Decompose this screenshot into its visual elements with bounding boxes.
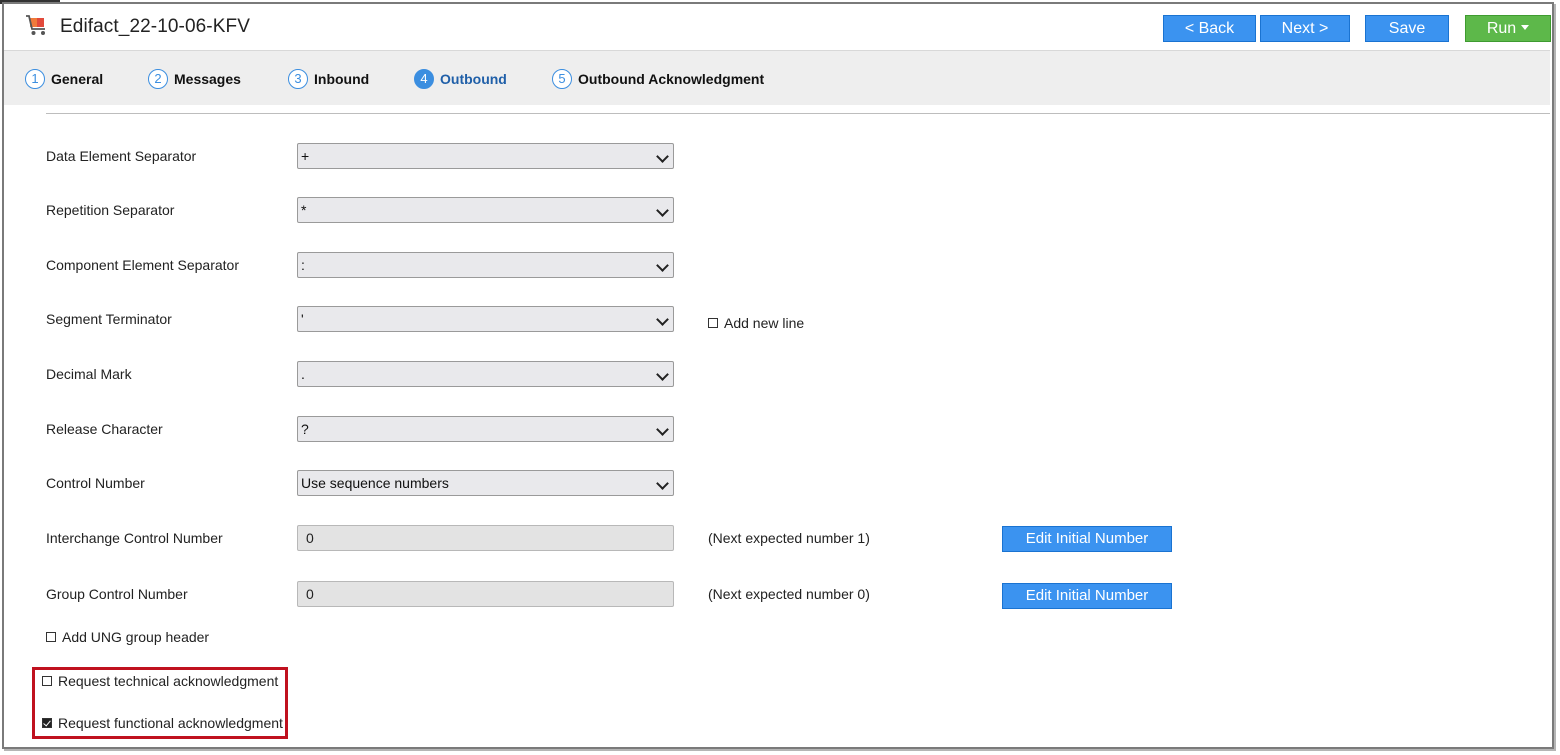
step-number: 3 bbox=[288, 69, 308, 89]
chevron-down-icon bbox=[656, 423, 669, 436]
request-functional-acknowledgment-checkbox[interactable]: Request functional acknowledgment bbox=[42, 715, 283, 731]
step-number: 2 bbox=[148, 69, 168, 89]
checkbox-label: Request functional acknowledgment bbox=[58, 715, 283, 731]
select-value: * bbox=[301, 202, 307, 218]
step-label: Inbound bbox=[314, 71, 370, 87]
step-number: 1 bbox=[25, 69, 45, 89]
chevron-down-icon bbox=[656, 150, 669, 163]
chevron-down-icon bbox=[656, 313, 669, 326]
control-number-label: Control Number bbox=[46, 475, 145, 491]
repetition-separator-select[interactable]: * bbox=[297, 197, 674, 223]
save-button[interactable]: Save bbox=[1365, 15, 1449, 42]
tab-outbound-acknowledgment[interactable]: 5 Outbound Acknowledgment bbox=[552, 67, 764, 91]
select-value: ' bbox=[301, 311, 304, 327]
step-number: 5 bbox=[552, 69, 572, 89]
group-control-number-label: Group Control Number bbox=[46, 586, 188, 602]
segment-terminator-label: Segment Terminator bbox=[46, 311, 172, 327]
step-label: Outbound Acknowledgment bbox=[578, 71, 765, 87]
step-number: 4 bbox=[414, 69, 434, 89]
checkbox-checked-icon bbox=[42, 718, 52, 728]
release-character-select[interactable]: ? bbox=[297, 416, 674, 442]
select-value: . bbox=[301, 366, 305, 382]
select-value: : bbox=[301, 257, 305, 273]
checkbox-label: Add UNG group header bbox=[62, 629, 210, 645]
control-number-select[interactable]: Use sequence numbers bbox=[297, 470, 674, 496]
release-character-label: Release Character bbox=[46, 421, 163, 437]
select-value: Use sequence numbers bbox=[301, 475, 449, 491]
wizard-steps: 1 General 2 Messages 3 Inbound 4 Outboun… bbox=[4, 51, 1550, 105]
step-label: General bbox=[51, 71, 104, 87]
component-element-separator-select[interactable]: : bbox=[297, 252, 674, 278]
component-element-separator-label: Component Element Separator bbox=[46, 257, 239, 273]
next-button[interactable]: Next > bbox=[1260, 15, 1350, 42]
decimal-mark-label: Decimal Mark bbox=[46, 366, 132, 382]
run-button-label: Run bbox=[1486, 20, 1517, 37]
page-header: Edifact_22-10-06-KFV < Back Next > Save … bbox=[4, 6, 1551, 51]
checkbox-label: Add new line bbox=[724, 315, 805, 331]
chevron-down-icon bbox=[656, 477, 669, 490]
step-label: Outbound bbox=[440, 71, 507, 87]
chevron-down-icon bbox=[656, 204, 669, 217]
data-element-separator-label: Data Element Separator bbox=[46, 148, 197, 164]
chevron-down-icon bbox=[656, 259, 669, 272]
request-technical-acknowledgment-checkbox[interactable]: Request technical acknowledgment bbox=[42, 673, 278, 689]
decimal-mark-select[interactable]: . bbox=[297, 361, 674, 387]
checkbox-label: Request technical acknowledgment bbox=[58, 673, 279, 689]
group-control-number-field: 0 bbox=[297, 581, 674, 607]
divider bbox=[46, 113, 1550, 114]
segment-terminator-select[interactable]: ' bbox=[297, 306, 674, 332]
page-title: Edifact_22-10-06-KFV bbox=[60, 16, 250, 37]
tab-messages[interactable]: 2 Messages bbox=[148, 67, 241, 91]
caret-down-icon bbox=[1521, 25, 1530, 31]
interchange-control-number-field: 0 bbox=[297, 525, 674, 551]
repetition-separator-label: Repetition Separator bbox=[46, 202, 175, 218]
chevron-down-icon bbox=[656, 368, 669, 381]
checkbox-unchecked-icon bbox=[42, 676, 52, 686]
tab-outbound[interactable]: 4 Outbound bbox=[414, 67, 507, 91]
select-value: ? bbox=[301, 421, 309, 437]
checkbox-unchecked-icon bbox=[46, 632, 56, 642]
select-value: + bbox=[301, 148, 310, 164]
edit-interchange-initial-number-button[interactable]: Edit Initial Number bbox=[1002, 526, 1172, 552]
run-button[interactable]: Run bbox=[1465, 15, 1551, 42]
add-new-line-checkbox[interactable]: Add new line bbox=[708, 315, 804, 331]
data-element-separator-select[interactable]: + bbox=[297, 143, 674, 169]
add-ung-group-header-checkbox[interactable]: Add UNG group header bbox=[46, 629, 209, 645]
shopping-cart-icon bbox=[24, 14, 50, 38]
tab-general[interactable]: 1 General bbox=[25, 67, 103, 91]
outbound-form: Data Element Separator + Repetition Sepa… bbox=[24, 105, 1550, 745]
interchange-control-number-label: Interchange Control Number bbox=[46, 530, 223, 546]
step-label: Messages bbox=[174, 71, 241, 87]
edit-group-initial-number-button[interactable]: Edit Initial Number bbox=[1002, 583, 1172, 609]
interchange-next-expected-note: (Next expected number 1) bbox=[708, 530, 870, 546]
group-next-expected-note: (Next expected number 0) bbox=[708, 586, 870, 602]
back-button[interactable]: < Back bbox=[1163, 15, 1256, 42]
tab-inbound[interactable]: 3 Inbound bbox=[288, 67, 369, 91]
checkbox-unchecked-icon bbox=[708, 318, 718, 328]
